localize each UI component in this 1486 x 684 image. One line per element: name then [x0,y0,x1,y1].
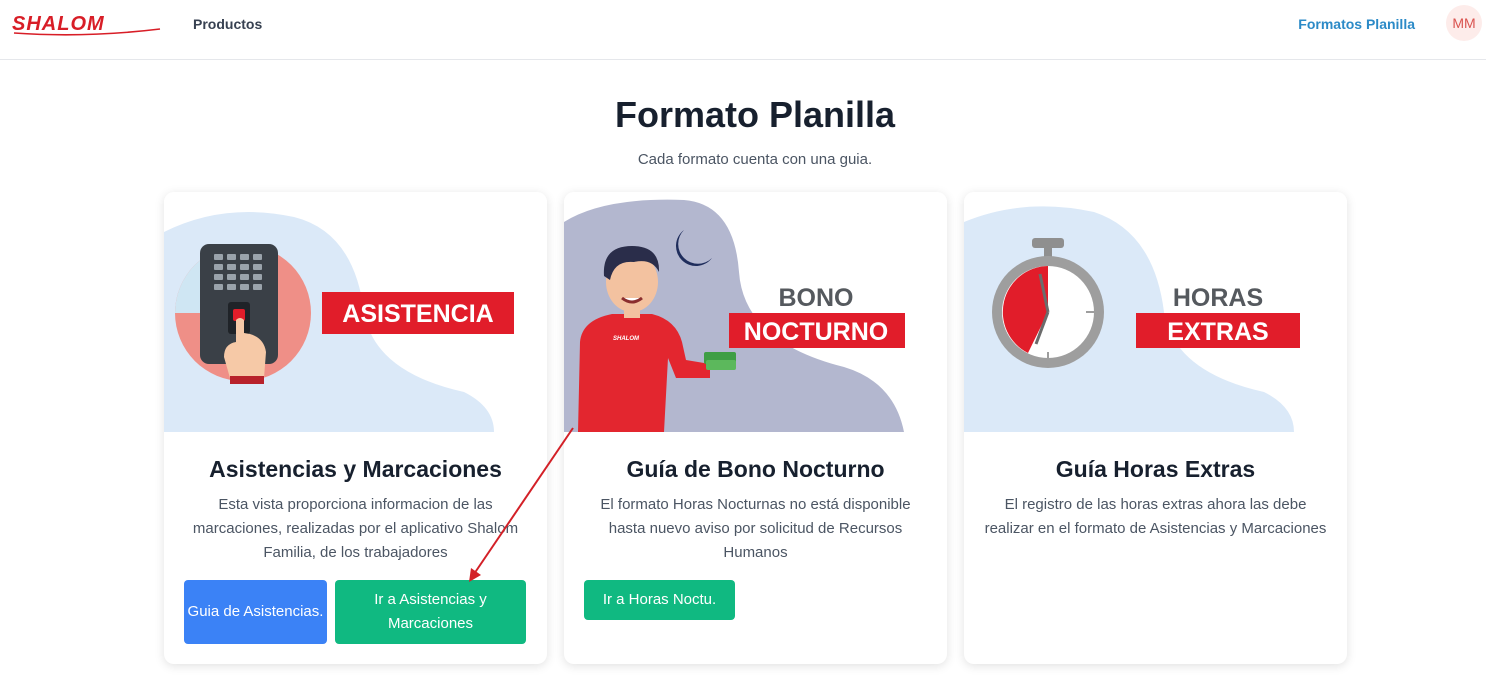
svg-text:EXTRAS: EXTRAS [1167,318,1268,346]
card-bono-nocturno: SHALOM BONO NOCTURNO Guía de Bono Noctur… [564,192,947,664]
ir-asistencias-button[interactable]: Ir a Asistencias y Marcaciones [335,580,526,644]
guia-asistencias-button[interactable]: Guia de Asistencias. [184,580,327,644]
shalom-logo[interactable]: SHALOM [10,11,162,37]
nav-formatos-planilla-link[interactable]: Formatos Planilla [1298,16,1415,32]
svg-text:SHALOM: SHALOM [12,13,105,35]
page-title: Formato Planilla [614,94,896,135]
user-avatar[interactable]: MM [1446,5,1482,41]
card-title: Asistencias y Marcaciones [209,456,502,482]
card-asistencias: ASISTENCIA Asistencias y Marcaciones Est… [164,192,547,664]
svg-text:HORAS: HORAS [1173,284,1263,312]
ir-horas-nocturnas-button[interactable]: Ir a Horas Noctu. [584,580,735,620]
svg-text:NOCTURNO: NOCTURNO [744,318,888,346]
page-subtitle: Cada formato cuenta con una guia. [637,151,873,168]
horas-extras-illustration: HORAS EXTRAS [964,192,1347,432]
nav-productos-link[interactable]: Productos [193,16,262,32]
top-navbar: SHALOM Productos Formatos Planilla MM [0,0,1486,60]
card-horas-extras: HORAS EXTRAS Guía Horas Extras El regist… [964,192,1347,664]
bono-nocturno-illustration: SHALOM BONO NOCTURNO [564,192,947,432]
svg-text:SHALOM: SHALOM [613,336,640,342]
card-description: El registro de las horas extras ahora la… [984,496,1327,537]
svg-text:ASISTENCIA: ASISTENCIA [342,300,493,328]
asistencia-illustration: ASISTENCIA [164,192,547,432]
svg-text:BONO: BONO [779,284,854,312]
card-title: Guía Horas Extras [1055,456,1256,482]
card-description: Esta vista proporciona informacion de la… [192,496,519,561]
card-description: El formato Horas Nocturnas no está dispo… [600,496,911,561]
card-title: Guía de Bono Nocturno [626,456,885,482]
